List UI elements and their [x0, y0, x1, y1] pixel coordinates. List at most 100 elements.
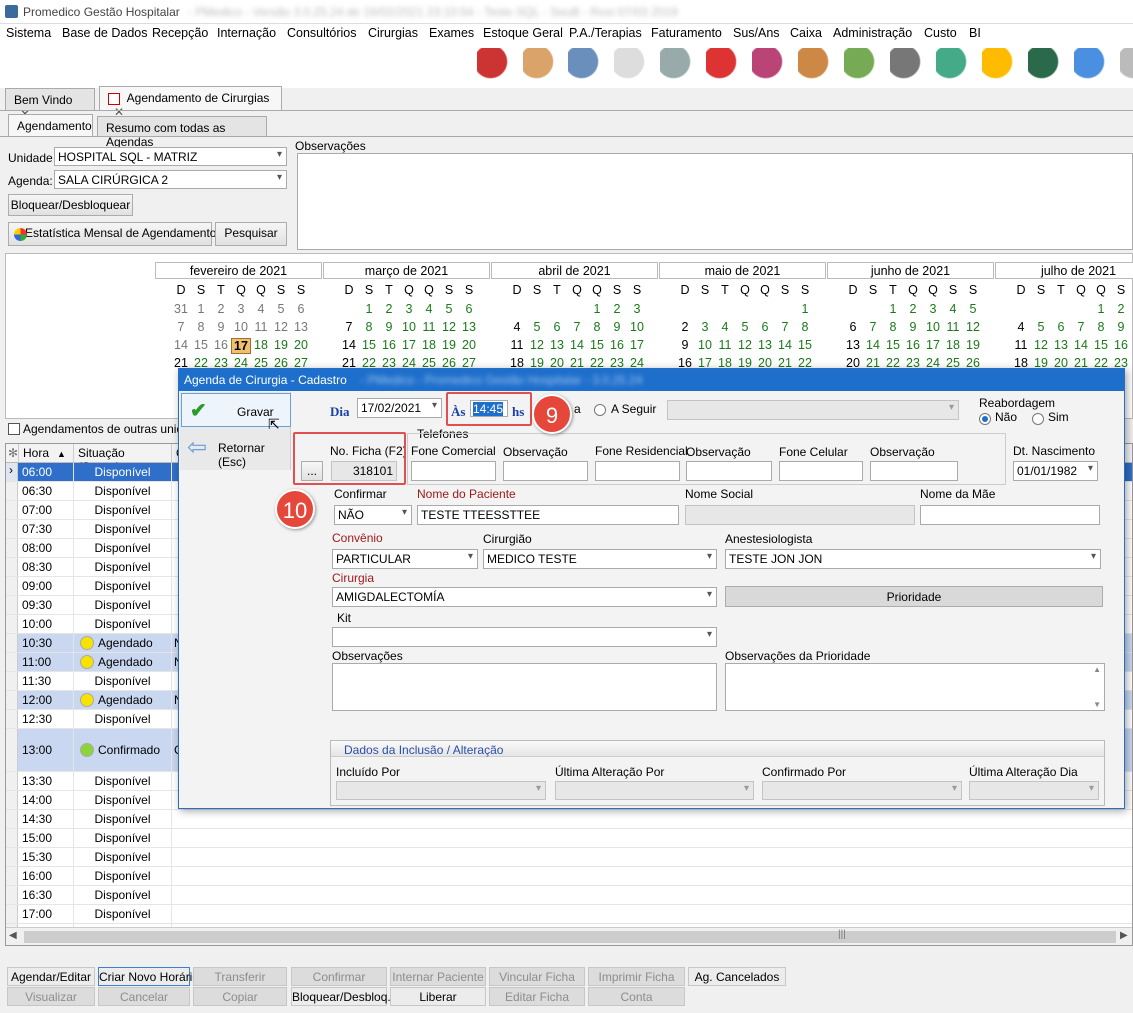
calendar-day[interactable]: 8 [587, 320, 607, 334]
scrollbar-thumb[interactable] [24, 931, 1116, 943]
calendar-day[interactable]: 11 [943, 320, 963, 334]
boxes-icon[interactable] [752, 48, 786, 82]
money-icon[interactable] [844, 48, 878, 82]
calendar-day[interactable]: 3 [923, 302, 943, 316]
calendar-day[interactable]: 15 [191, 338, 211, 352]
calendar-day[interactable]: 19 [439, 338, 459, 352]
table-row[interactable]: 17:00 Disponível [6, 905, 1132, 924]
tab-bem-vindo[interactable]: Bem Vindo ✕ [5, 88, 95, 121]
menu-sus-ans[interactable]: Sus/Ans [733, 26, 780, 40]
observacoes-textarea[interactable] [297, 153, 1133, 250]
calendar-day[interactable]: 5 [1031, 320, 1051, 334]
calendar-day[interactable]: 1 [191, 302, 211, 316]
calendar-day[interactable]: 16 [903, 338, 923, 352]
menu-sistema[interactable]: Sistema [6, 26, 51, 40]
table-row[interactable]: 14:30 Disponível [6, 810, 1132, 829]
safe-icon[interactable] [890, 48, 924, 82]
scroll-right-icon[interactable]: ▶ [1120, 930, 1128, 941]
calendar-day[interactable]: 13 [755, 338, 775, 352]
calendar-day[interactable]: 7 [1071, 320, 1091, 334]
fone-comercial-input[interactable] [411, 461, 496, 481]
calendar-day[interactable]: 12 [1031, 338, 1051, 352]
calendar-day[interactable]: 8 [359, 320, 379, 334]
calendar-day[interactable]: 10 [399, 320, 419, 334]
calendar-day[interactable]: 15 [795, 338, 815, 352]
calendar-day[interactable]: 31 [171, 302, 191, 316]
calendar-day[interactable]: 1 [883, 302, 903, 316]
calendar-day[interactable]: 17 [399, 338, 419, 352]
calendar-day[interactable]: 8 [191, 320, 211, 334]
calendar-day[interactable]: 9 [903, 320, 923, 334]
menu-recepcao[interactable]: Recepção [152, 26, 208, 40]
book-icon[interactable] [1028, 48, 1062, 82]
prioridade-button[interactable]: Prioridade [725, 586, 1103, 607]
calendar-day[interactable]: 11 [251, 320, 271, 334]
calendar-day[interactable]: 13 [291, 320, 311, 334]
chat-icon[interactable] [1074, 48, 1108, 82]
calendar-day[interactable]: 9 [211, 320, 231, 334]
tab-resumo-agendas[interactable]: Resumo com todas as Agendas [97, 116, 267, 149]
calendar-day[interactable]: 5 [271, 302, 291, 316]
menu-consultorios[interactable]: Consultórios [287, 26, 356, 40]
menu-bi[interactable]: BI [969, 26, 981, 40]
calendar-day[interactable]: 11 [419, 320, 439, 334]
menu-p-a-terapias[interactable]: P.A./Terapias [569, 26, 642, 40]
menu-cirurgias[interactable]: Cirurgias [368, 26, 418, 40]
calendar-day[interactable]: 7 [339, 320, 359, 334]
calendar-day[interactable]: 7 [863, 320, 883, 334]
menu-faturamento[interactable]: Faturamento [651, 26, 722, 40]
calendar-day[interactable]: 8 [883, 320, 903, 334]
calendar-day[interactable]: 18 [419, 338, 439, 352]
reabordagem-sim-radio[interactable] [1032, 411, 1044, 425]
calendar-day[interactable]: 14 [863, 338, 883, 352]
calendar-day[interactable]: 17 [231, 338, 251, 354]
calendar-day[interactable]: 2 [379, 302, 399, 316]
convenio-select[interactable]: PARTICULAR [332, 549, 478, 569]
calendar-day[interactable]: 10 [231, 320, 251, 334]
calendar-day[interactable]: 4 [1011, 320, 1031, 334]
criar-novo-horario-button[interactable]: Criar Novo Horário [98, 967, 199, 986]
observacoes-prioridade-textarea[interactable]: ▲ ▼ [725, 663, 1105, 711]
calendar-day[interactable]: 6 [755, 320, 775, 334]
receptionist-icon[interactable] [523, 48, 557, 82]
fone-residencial-input[interactable] [595, 461, 680, 481]
calendar-day[interactable]: 4 [943, 302, 963, 316]
calendar-day[interactable]: 5 [963, 302, 983, 316]
cirurgia-select[interactable]: AMIGDALECTOMÍA [332, 587, 717, 607]
calendar-day[interactable]: 18 [251, 338, 271, 352]
kit-select[interactable] [332, 627, 717, 647]
calendar-day[interactable]: 6 [843, 320, 863, 334]
calendar-day[interactable]: 2 [903, 302, 923, 316]
calendar-day[interactable]: 12 [735, 338, 755, 352]
calendar-day[interactable]: 16 [211, 338, 231, 352]
table-row[interactable]: 16:30 Disponível [6, 886, 1132, 905]
ambulance-icon[interactable] [706, 48, 740, 82]
calendar-day[interactable]: 8 [795, 320, 815, 334]
calendar-day[interactable]: 8 [1091, 320, 1111, 334]
calendar-day[interactable]: 12 [271, 320, 291, 334]
reabordagem-nao-radio[interactable] [979, 411, 991, 425]
menu-custo[interactable]: Custo [924, 26, 957, 40]
table-row[interactable]: 16:00 Disponível [6, 867, 1132, 886]
calendar-day[interactable]: 16 [1111, 338, 1131, 352]
bloquear-desbloq-button[interactable]: Bloquear/Desbloq. [291, 987, 391, 1006]
calendar-day[interactable]: 15 [359, 338, 379, 352]
calendar-day[interactable]: 19 [271, 338, 291, 352]
calendar-day[interactable]: 4 [251, 302, 271, 316]
calendar-day[interactable]: 6 [459, 302, 479, 316]
calendar-day[interactable]: 5 [527, 320, 547, 334]
calendar-day[interactable]: 12 [963, 320, 983, 334]
calendar-day[interactable]: 6 [1051, 320, 1071, 334]
menu-estoque-geral[interactable]: Estoque Geral [483, 26, 563, 40]
calendar-day[interactable]: 10 [627, 320, 647, 334]
calendar-day[interactable]: 2 [1111, 302, 1131, 316]
menu-administracao[interactable]: Administração [833, 26, 912, 40]
scroll-left-icon[interactable]: ◀ [9, 930, 17, 941]
calendar-day[interactable]: 15 [883, 338, 903, 352]
calendar-day[interactable]: 11 [1011, 338, 1031, 352]
calendar-day[interactable]: 6 [547, 320, 567, 334]
scroll-down-icon[interactable]: ▼ [1093, 700, 1101, 709]
calendar-day[interactable]: 13 [459, 320, 479, 334]
fone-celular-input[interactable] [779, 461, 863, 481]
calendar-day[interactable]: 4 [507, 320, 527, 334]
